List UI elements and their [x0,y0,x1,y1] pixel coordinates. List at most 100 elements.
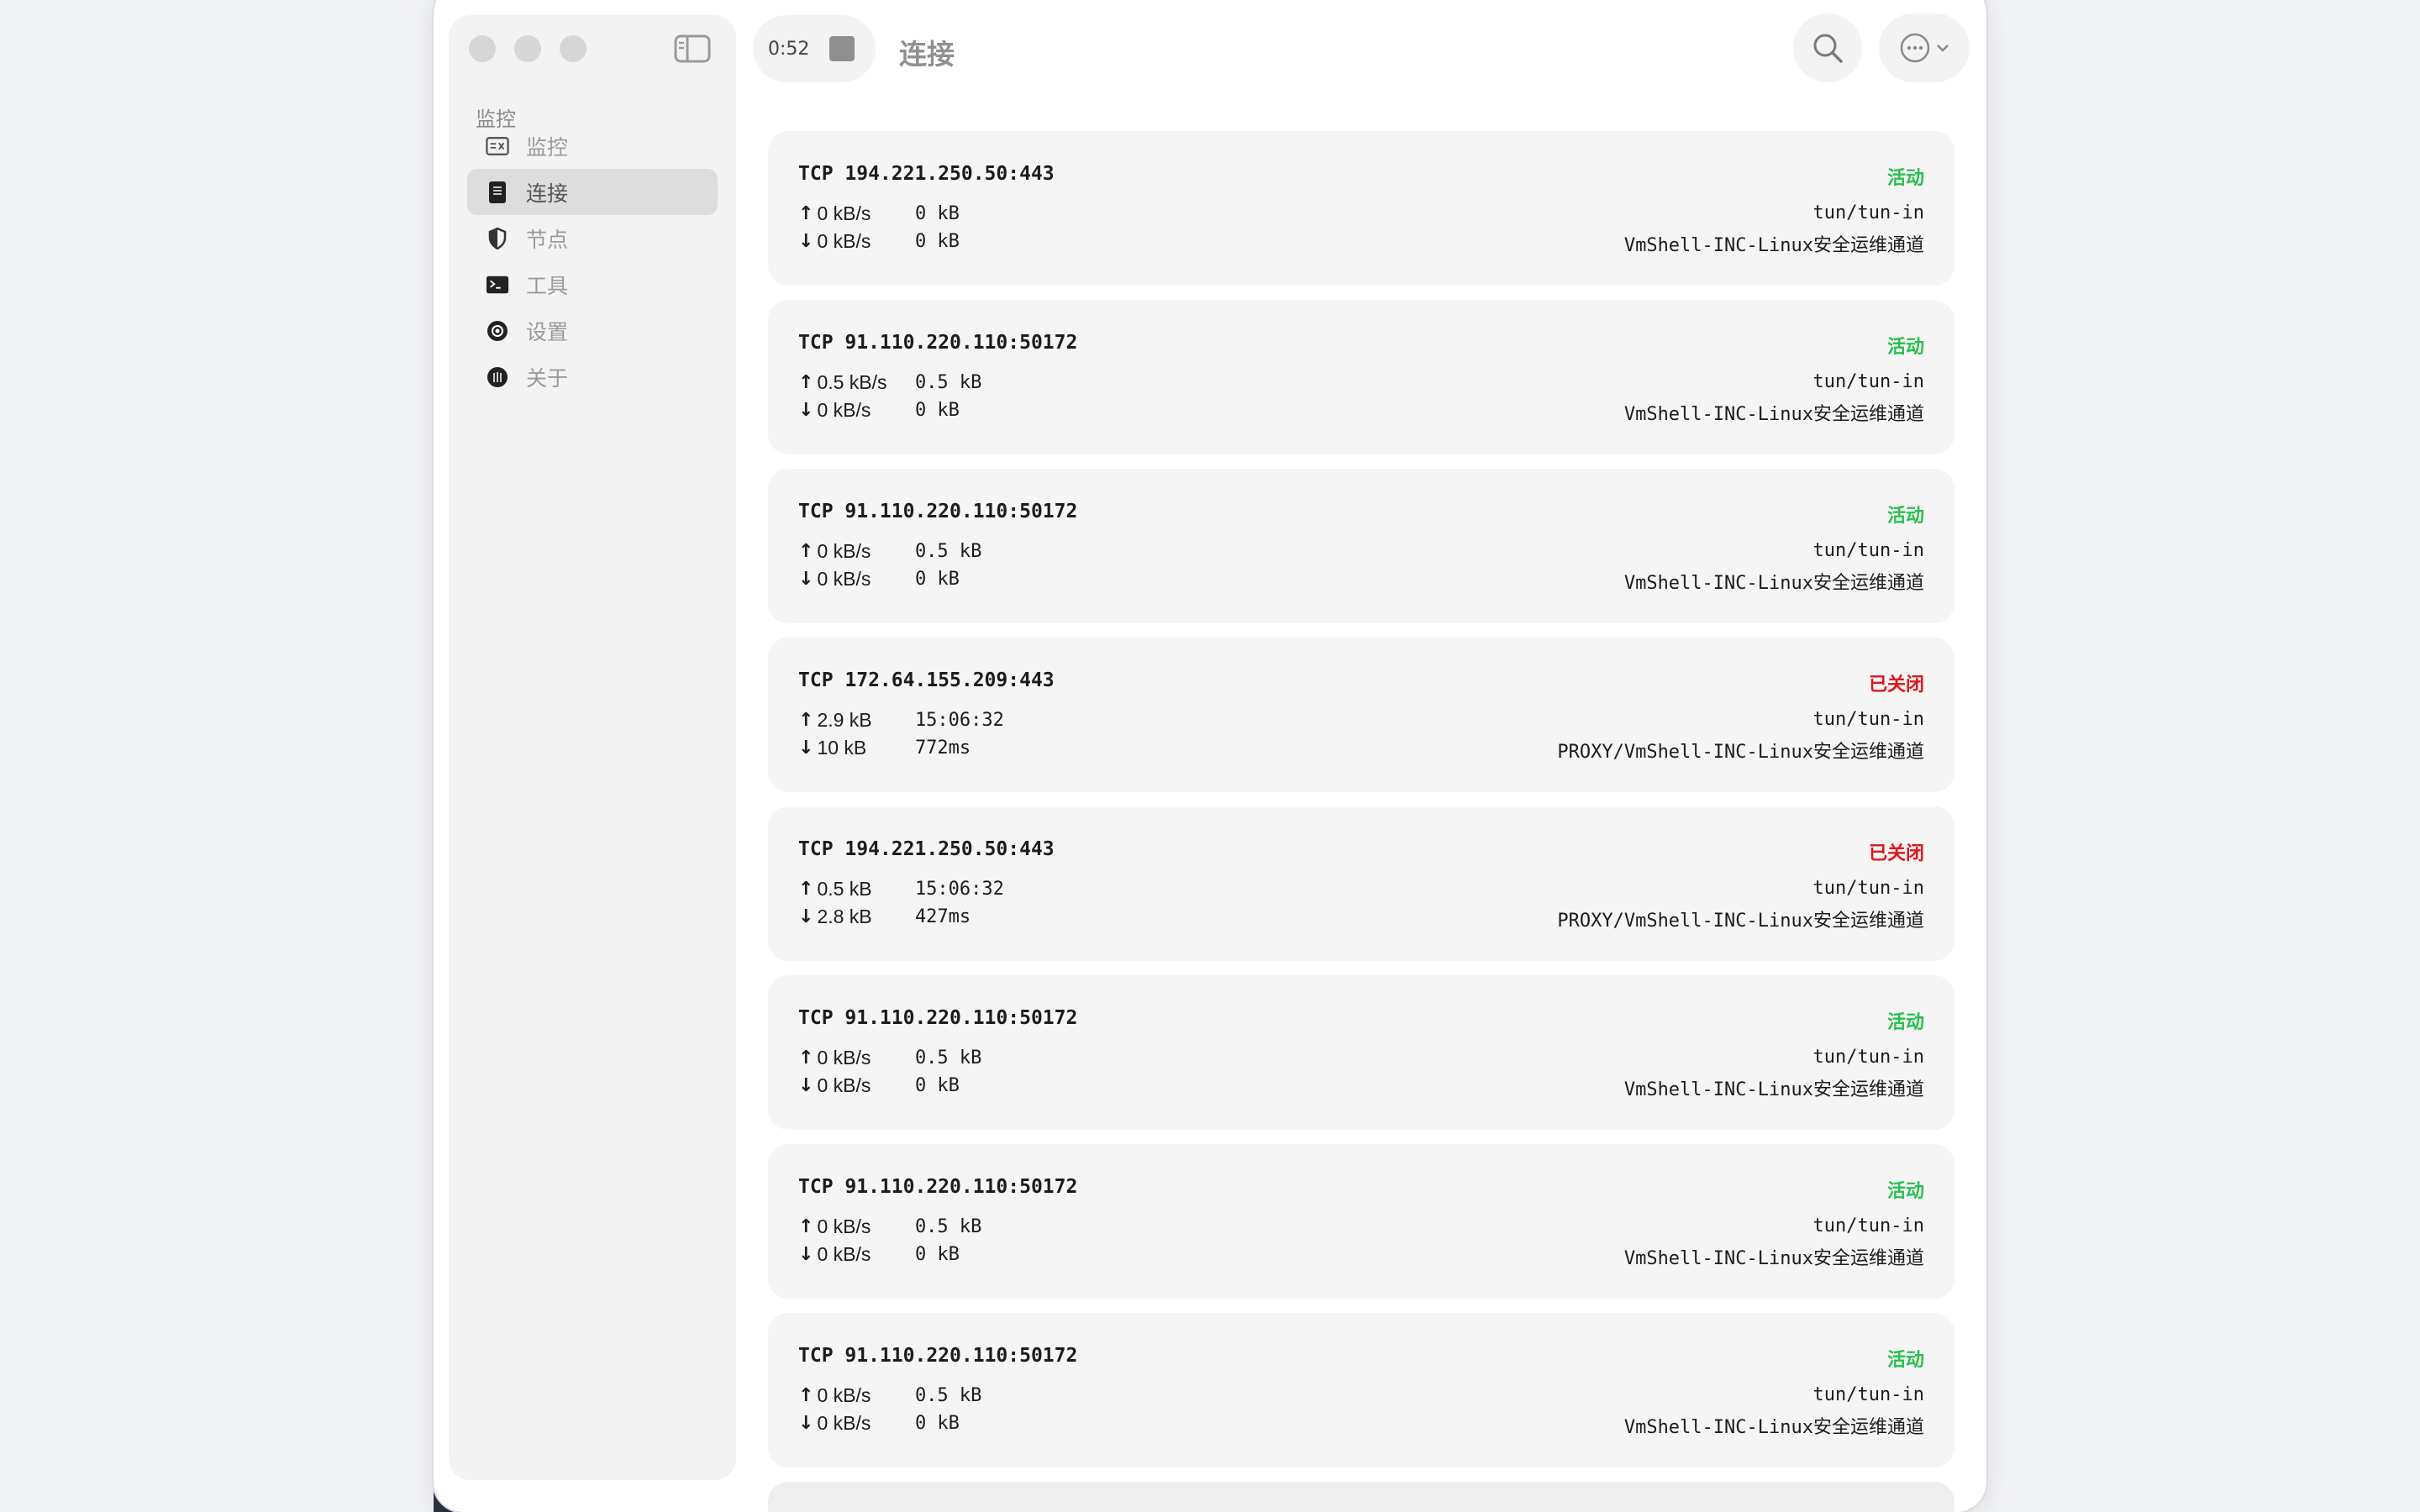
connection-title: TCP 91.110.220.110:50172 [798,1345,1078,1367]
chevron-down-icon [1937,45,1949,52]
download-rate: 0 kB/s [817,230,871,252]
more-options-button[interactable] [1879,13,1970,82]
upload-rate: 0 kB/s [817,1047,871,1068]
inbound-label: tun/tun-in [1812,202,1924,223]
close-window-button[interactable] [469,35,496,62]
upload-arrow-icon: ↑ [798,1216,814,1237]
sidebar-item-label: 连接 [526,181,569,206]
recording-control: 0:52 [753,15,876,82]
download-arrow-icon: ↓ [798,738,814,759]
download-rate: 10 kB [817,737,867,759]
search-icon [1813,34,1843,63]
download-rate: 0 kB/s [817,399,871,421]
sidebar-item-nodes[interactable]: 节点 [467,215,718,261]
window-controls [469,35,587,62]
upload-total: 0 kB [914,203,960,224]
connection-card[interactable]: TCP 172.64.155.209:443 已关闭 ↑ 2.9 kB 15:06… [768,638,1954,792]
search-button[interactable] [1793,13,1862,82]
download-arrow-icon: ↓ [798,1244,814,1265]
zoom-window-button[interactable] [560,35,587,62]
inbound-label: tun/tun-in [1812,709,1924,730]
status-badge: 已关闭 [1868,843,1924,864]
sidebar-item-label: 设置 [526,320,569,344]
sidebar-item-label: 工具 [526,274,569,298]
sidebar-item-label: 关于 [526,366,569,391]
connection-card[interactable]: TCP 91.110.220.110:50172 活动 ↑ 0.5 kB/s 0.… [768,300,1954,454]
status-badge: 活动 [1886,1181,1924,1202]
download-rate: 0 kB/s [817,568,871,590]
upload-arrow-icon: ↑ [798,203,814,224]
elapsed-timer: 0:52 [768,38,810,60]
sidebar: 监控 监控 连接 节点 工具 设置 关于 [449,15,736,1480]
status-badge: 已关闭 [1868,675,1924,696]
download-total: 0 kB [914,1244,960,1265]
connection-title: TCP 91.110.220.110:50172 [798,501,1078,522]
monitor-icon [486,134,509,158]
upload-total: 0.5 kB [914,1385,982,1406]
proxy-chain-label: VmShell-INC-Linux安全运维通道 [1623,235,1924,256]
inbound-label: tun/tun-in [1812,1215,1924,1236]
connection-card[interactable]: TCP 91.110.220.110:50172 活动 ↑ 0 kB/s 0.5 … [768,1144,1954,1299]
connection-card-partial[interactable] [768,1482,1954,1512]
connections-list: TCP 194.221.250.50:443 活动 ↑ 0 kB/s 0 kB ↓… [768,131,1954,1512]
download-total: 0 kB [914,1075,960,1096]
sidebar-item-about[interactable]: 关于 [467,354,718,400]
upload-total: 15:06:32 [914,710,1004,731]
proxy-chain-label: VmShell-INC-Linux安全运维通道 [1623,404,1924,425]
download-total: 0 kB [914,400,960,421]
sidebar-toggle-button[interactable] [674,34,711,64]
minimize-window-button[interactable] [514,35,541,62]
download-total: 772ms [914,738,971,759]
connections-icon [486,181,509,204]
download-arrow-icon: ↓ [798,231,814,252]
connection-title: TCP 194.221.250.50:443 [798,163,1055,185]
sidebar-item-settings[interactable]: 设置 [467,307,718,354]
connection-title: TCP 91.110.220.110:50172 [798,332,1078,354]
download-arrow-icon: ↓ [798,906,814,927]
terminal-icon [486,273,509,297]
upload-arrow-icon: ↑ [798,879,814,900]
connection-card[interactable]: TCP 91.110.220.110:50172 活动 ↑ 0 kB/s 0.5 … [768,1313,1954,1467]
stop-button[interactable] [829,36,855,61]
inbound-label: tun/tun-in [1812,371,1924,392]
download-rate: 0 kB/s [817,1074,871,1096]
upload-total: 15:06:32 [914,879,1004,900]
status-badge: 活动 [1886,337,1924,358]
inbound-label: tun/tun-in [1812,878,1924,899]
download-rate: 0 kB/s [817,1243,871,1265]
status-badge: 活动 [1886,168,1924,189]
sidebar-item-label: 节点 [526,228,569,252]
download-total: 0 kB [914,231,960,252]
upload-arrow-icon: ↑ [798,541,814,562]
upload-total: 0.5 kB [914,1216,982,1237]
sidebar-item-tools[interactable]: 工具 [467,261,718,307]
connection-card[interactable]: TCP 91.110.220.110:50172 活动 ↑ 0 kB/s 0.5 … [768,469,1954,623]
connection-card[interactable]: TCP 194.221.250.50:443 活动 ↑ 0 kB/s 0 kB ↓… [768,131,1954,286]
about-icon [486,365,509,389]
upload-total: 0.5 kB [914,372,982,393]
status-badge: 活动 [1886,1012,1924,1033]
connection-title: TCP 172.64.155.209:443 [798,669,1055,691]
upload-arrow-icon: ↑ [798,372,814,393]
status-badge: 活动 [1886,1350,1924,1371]
proxy-chain-label: VmShell-INC-Linux安全运维通道 [1623,1079,1924,1100]
proxy-chain-label: PROXY/VmShell-INC-Linux安全运维通道 [1557,742,1924,763]
proxy-chain-label: PROXY/VmShell-INC-Linux安全运维通道 [1557,911,1924,932]
inbound-label: tun/tun-in [1812,1047,1924,1068]
upload-rate: 0 kB/s [817,1384,871,1406]
upload-rate: 2.9 kB [817,709,872,731]
gear-icon [486,319,509,343]
sidebar-item-connections[interactable]: 连接 [467,169,718,215]
connection-card[interactable]: TCP 91.110.220.110:50172 活动 ↑ 0 kB/s 0.5 … [768,975,1954,1130]
connection-title: TCP 91.110.220.110:50172 [798,1176,1078,1198]
connection-title: TCP 194.221.250.50:443 [798,838,1055,860]
sidebar-item-monitor[interactable]: 监控 [467,123,718,169]
upload-total: 0.5 kB [914,1047,982,1068]
download-total: 427ms [914,906,971,927]
connection-card[interactable]: TCP 194.221.250.50:443 已关闭 ↑ 0.5 kB 15:06… [768,806,1954,961]
connection-title: TCP 91.110.220.110:50172 [798,1007,1078,1029]
inbound-label: tun/tun-in [1812,1384,1924,1405]
download-arrow-icon: ↓ [798,400,814,421]
status-badge: 活动 [1886,506,1924,527]
sidebar-icon [674,34,711,63]
